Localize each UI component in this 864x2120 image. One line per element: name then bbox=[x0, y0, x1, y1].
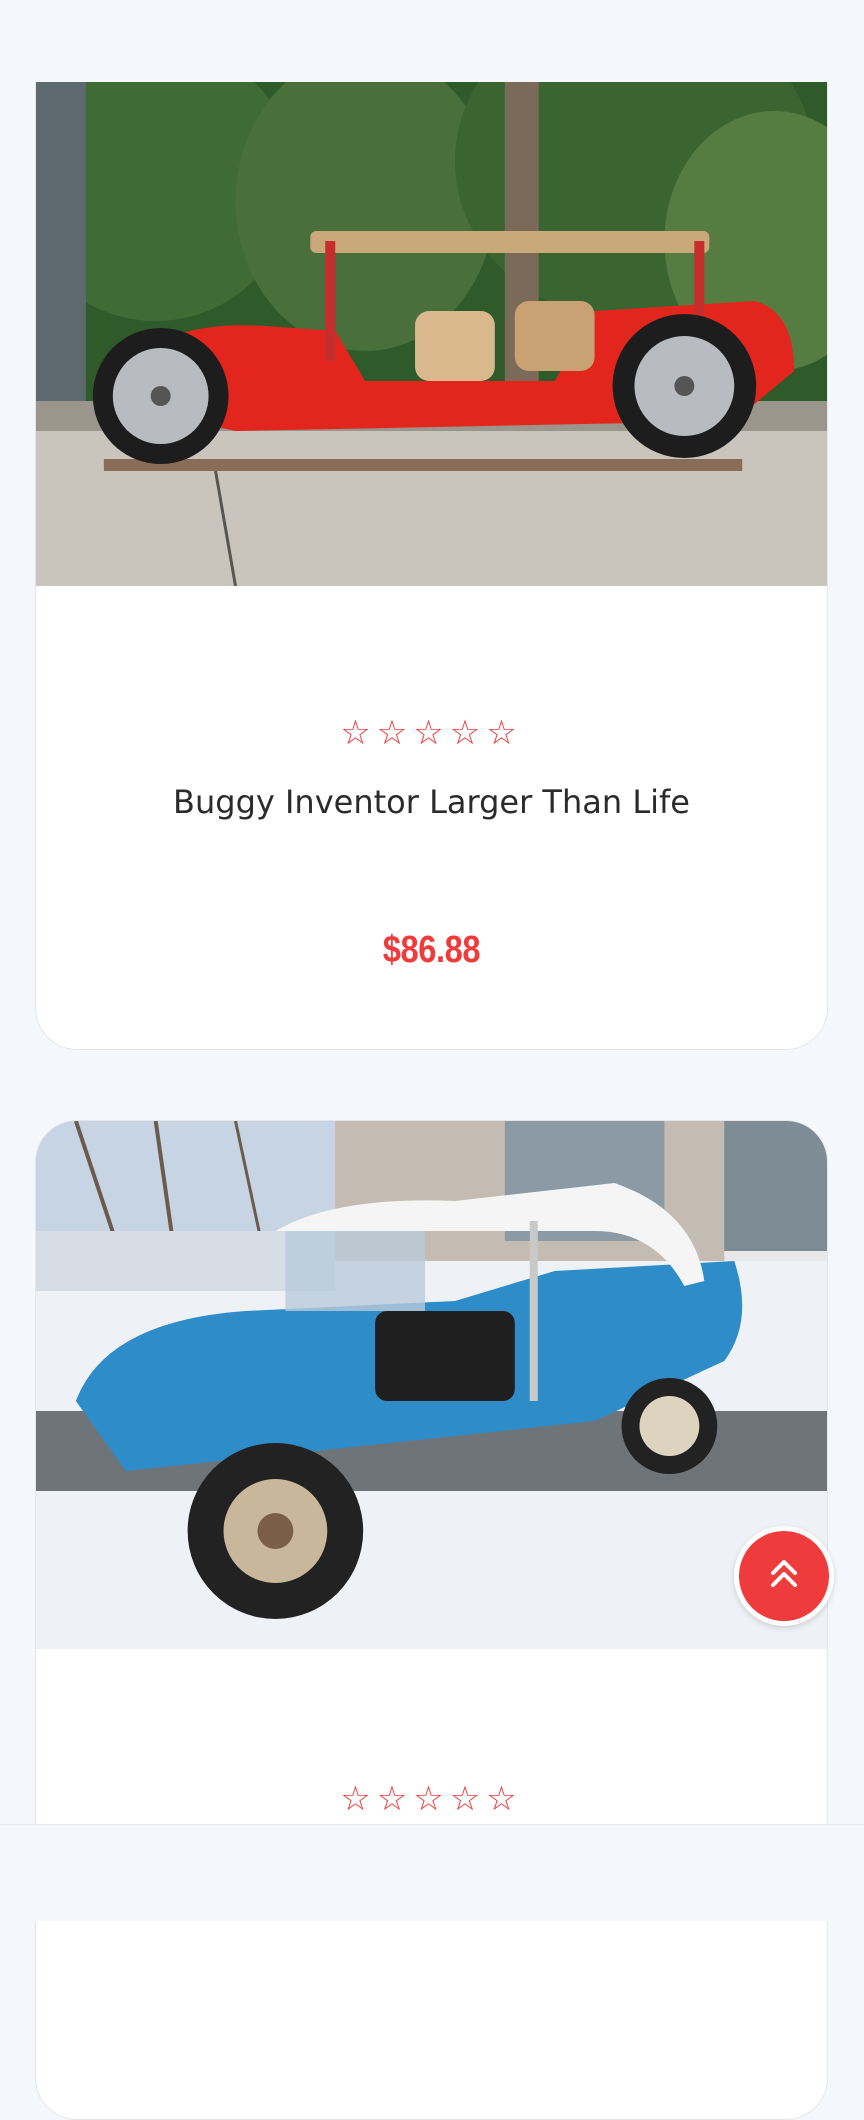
double-chevron-up-icon bbox=[767, 1557, 801, 1596]
rating-stars: ☆☆☆☆☆ bbox=[340, 713, 523, 753]
blue-dune-buggy-image bbox=[36, 1121, 827, 1649]
product-price: $86.88 bbox=[382, 929, 481, 971]
rating-stars: ☆☆☆☆☆ bbox=[340, 1779, 523, 1819]
top-header-bar bbox=[0, 0, 864, 82]
product-card[interactable]: ☆☆☆☆☆ bbox=[35, 1120, 828, 2120]
product-card[interactable]: ☆☆☆☆☆ Buggy Inventor Larger Than Life $8… bbox=[35, 40, 828, 1050]
scroll-to-top-button[interactable] bbox=[734, 1526, 834, 1626]
bottom-bar bbox=[0, 1824, 864, 1921]
product-image[interactable] bbox=[36, 41, 827, 586]
red-dune-buggy-image bbox=[36, 41, 827, 586]
product-title[interactable]: Buggy Inventor Larger Than Life bbox=[36, 783, 827, 821]
product-image[interactable] bbox=[36, 1121, 827, 1649]
